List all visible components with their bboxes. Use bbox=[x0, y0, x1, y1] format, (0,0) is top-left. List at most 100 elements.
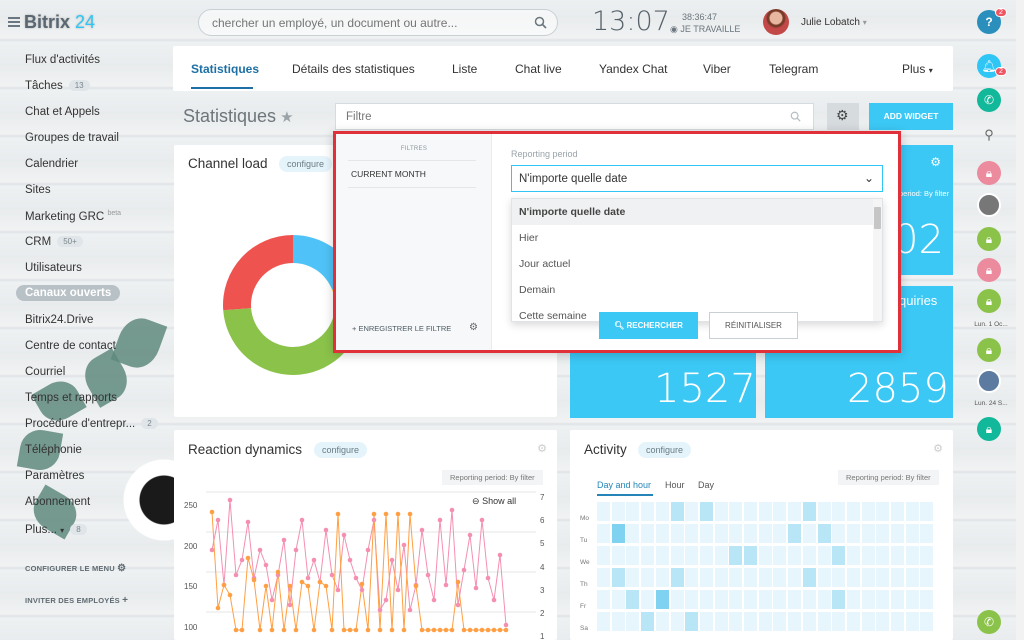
period-select[interactable]: N'importe quelle date ⌄ bbox=[511, 165, 883, 192]
tab-list[interactable]: Liste bbox=[452, 62, 477, 76]
data-point bbox=[497, 627, 503, 633]
axis-tick: 4 bbox=[540, 562, 545, 572]
sidebar-item-more[interactable]: Plus... ▾ 8 bbox=[25, 524, 87, 536]
work-state[interactable]: ◉ JE TRAVAILLE bbox=[670, 24, 740, 35]
tab-live-chat[interactable]: Chat live bbox=[515, 62, 562, 76]
heatmap-cell bbox=[685, 524, 699, 543]
tab-hour[interactable]: Hour bbox=[665, 480, 685, 490]
reporting-period: Reporting period: By filter bbox=[442, 470, 543, 485]
tab-day-and-hour[interactable]: Day and hour bbox=[597, 480, 651, 490]
preset-current-month[interactable]: CURRENT MONTH bbox=[351, 169, 426, 179]
axis-tick: 6 bbox=[540, 516, 545, 526]
sidebar-item-label: Centre de contact bbox=[25, 340, 116, 352]
gear-icon[interactable]: ⚙ bbox=[469, 322, 478, 333]
gear-icon[interactable]: ⚙ bbox=[930, 155, 941, 169]
sidebar-item-calendar[interactable]: Calendrier bbox=[25, 158, 78, 170]
option-any-date[interactable]: N'importe quelle date bbox=[512, 199, 874, 225]
avatar[interactable] bbox=[763, 9, 789, 35]
sidebar-item-mail[interactable]: Courriel bbox=[25, 366, 65, 378]
sidebar-item-subscription[interactable]: Abonnement bbox=[25, 496, 90, 508]
lock-icon[interactable]: 🔒︎ bbox=[977, 258, 1001, 282]
tab-yandex-chat[interactable]: Yandex Chat bbox=[599, 62, 668, 76]
configure-button[interactable]: configure bbox=[638, 442, 692, 458]
sidebar-item-chat[interactable]: Chat et Appels bbox=[25, 106, 100, 118]
configure-button[interactable]: configure bbox=[314, 442, 368, 458]
reporting-period: Reporting period: By filter bbox=[838, 470, 939, 485]
sidebar-item-marketing[interactable]: Marketing GRC beta bbox=[25, 210, 121, 223]
user-name[interactable]: Julie Lobatch ▾ bbox=[801, 17, 867, 28]
sidebar-item-time-reports[interactable]: Temps et rapports bbox=[25, 392, 117, 404]
gear-icon[interactable]: ⚙ bbox=[537, 442, 547, 455]
data-point bbox=[395, 511, 401, 517]
data-point bbox=[365, 547, 371, 553]
save-filter-button[interactable]: + ENREGISTRER LE FILTRE bbox=[352, 324, 451, 333]
search-icon[interactable] bbox=[790, 111, 801, 122]
configure-menu-button[interactable]: CONFIGURER LE MENU ⚙ bbox=[25, 563, 126, 574]
scrollbar-thumb[interactable] bbox=[874, 207, 881, 229]
filter-field[interactable] bbox=[335, 103, 814, 130]
clock[interactable]: 13:07 bbox=[592, 6, 670, 37]
gear-icon[interactable]: ⚙ bbox=[933, 442, 943, 455]
sidebar-item-sites[interactable]: Sites bbox=[25, 184, 51, 196]
tab-more[interactable]: Plus ▾ bbox=[902, 62, 933, 76]
tab-statistics[interactable]: Statistiques bbox=[191, 62, 259, 76]
tab-day[interactable]: Day bbox=[698, 480, 714, 490]
heatmap-cell bbox=[802, 568, 816, 587]
chevron-down-icon: ▾ bbox=[60, 526, 65, 535]
widget-title: Activity bbox=[584, 442, 627, 457]
heatmap-cell bbox=[788, 568, 802, 587]
lock-icon[interactable]: 🔒︎ bbox=[977, 227, 1001, 251]
logo[interactable]: Bitrix 24 bbox=[8, 12, 95, 33]
data-point bbox=[311, 557, 317, 563]
sidebar-item-drive[interactable]: Bitrix24.Drive bbox=[25, 314, 93, 326]
sidebar-item-tasks[interactable]: Tâches 13 bbox=[25, 80, 90, 92]
heatmap-cell bbox=[758, 590, 772, 609]
tab-statistics-details[interactable]: Détails des statistiques bbox=[292, 62, 415, 76]
heatmap-cell bbox=[861, 612, 875, 631]
add-widget-button[interactable]: ADD WIDGET bbox=[869, 103, 953, 130]
filter-input[interactable] bbox=[336, 104, 756, 129]
sidebar-item-contact-center[interactable]: Centre de contact bbox=[25, 340, 116, 352]
data-point bbox=[485, 627, 491, 633]
invite-employees-button[interactable]: INVITER DES EMPLOYÉS + bbox=[25, 595, 128, 606]
global-search[interactable] bbox=[198, 9, 558, 36]
tab-viber[interactable]: Viber bbox=[703, 62, 731, 76]
phone-icon[interactable]: ✆ bbox=[977, 610, 1001, 634]
contact-avatar[interactable] bbox=[977, 193, 1001, 217]
heatmap-cell bbox=[876, 524, 890, 543]
search-icon[interactable]: ⚲ bbox=[977, 123, 1001, 147]
tab-telegram[interactable]: Telegram bbox=[769, 62, 818, 76]
search-icon[interactable] bbox=[534, 16, 547, 29]
heatmap-cell bbox=[655, 568, 669, 587]
sidebar-item-users[interactable]: Utilisateurs bbox=[25, 262, 82, 274]
sidebar-item-settings[interactable]: Paramètres bbox=[25, 470, 84, 482]
sidebar-item-workflows[interactable]: Procédure d'entrepr... 2 bbox=[25, 418, 158, 430]
sidebar-item-open-channels[interactable]: Canaux ouverts bbox=[16, 285, 121, 301]
lock-icon[interactable]: 🔒︎ bbox=[977, 338, 1001, 362]
data-point bbox=[383, 511, 389, 517]
menu-icon[interactable] bbox=[8, 17, 20, 27]
option-today[interactable]: Jour actuel bbox=[512, 251, 874, 277]
lock-icon[interactable]: 🔒︎ bbox=[977, 161, 1001, 185]
sidebar-item-crm[interactable]: CRM 50+ bbox=[25, 236, 83, 248]
chat-icon[interactable]: ✆ bbox=[977, 88, 1001, 112]
heatmap-cell bbox=[817, 502, 831, 521]
search-button[interactable]: 🔍︎ RECHERCHER bbox=[599, 312, 698, 339]
heatmap-cell bbox=[597, 502, 610, 521]
contact-avatar[interactable] bbox=[977, 369, 1001, 393]
sidebar-item-telephony[interactable]: Téléphonie bbox=[25, 444, 82, 456]
option-yesterday[interactable]: Hier bbox=[512, 225, 874, 251]
heatmap-cell bbox=[685, 612, 699, 631]
window-scrollbar[interactable] bbox=[1016, 0, 1024, 640]
reset-button[interactable]: RÉINITIALISER bbox=[709, 312, 798, 339]
lock-icon[interactable]: 🔒︎ bbox=[977, 289, 1001, 313]
sidebar-item-activity[interactable]: Flux d'activités bbox=[25, 54, 100, 66]
sidebar-item-groups[interactable]: Groupes de travail bbox=[25, 132, 119, 144]
option-tomorrow[interactable]: Demain bbox=[512, 277, 874, 303]
star-icon[interactable]: ★ bbox=[280, 109, 293, 126]
data-point bbox=[353, 627, 359, 633]
settings-button[interactable]: ⚙ bbox=[827, 103, 859, 130]
configure-button[interactable]: configure bbox=[279, 156, 333, 172]
search-input[interactable] bbox=[199, 10, 509, 35]
lock-icon[interactable]: 🔒︎ bbox=[977, 417, 1001, 441]
